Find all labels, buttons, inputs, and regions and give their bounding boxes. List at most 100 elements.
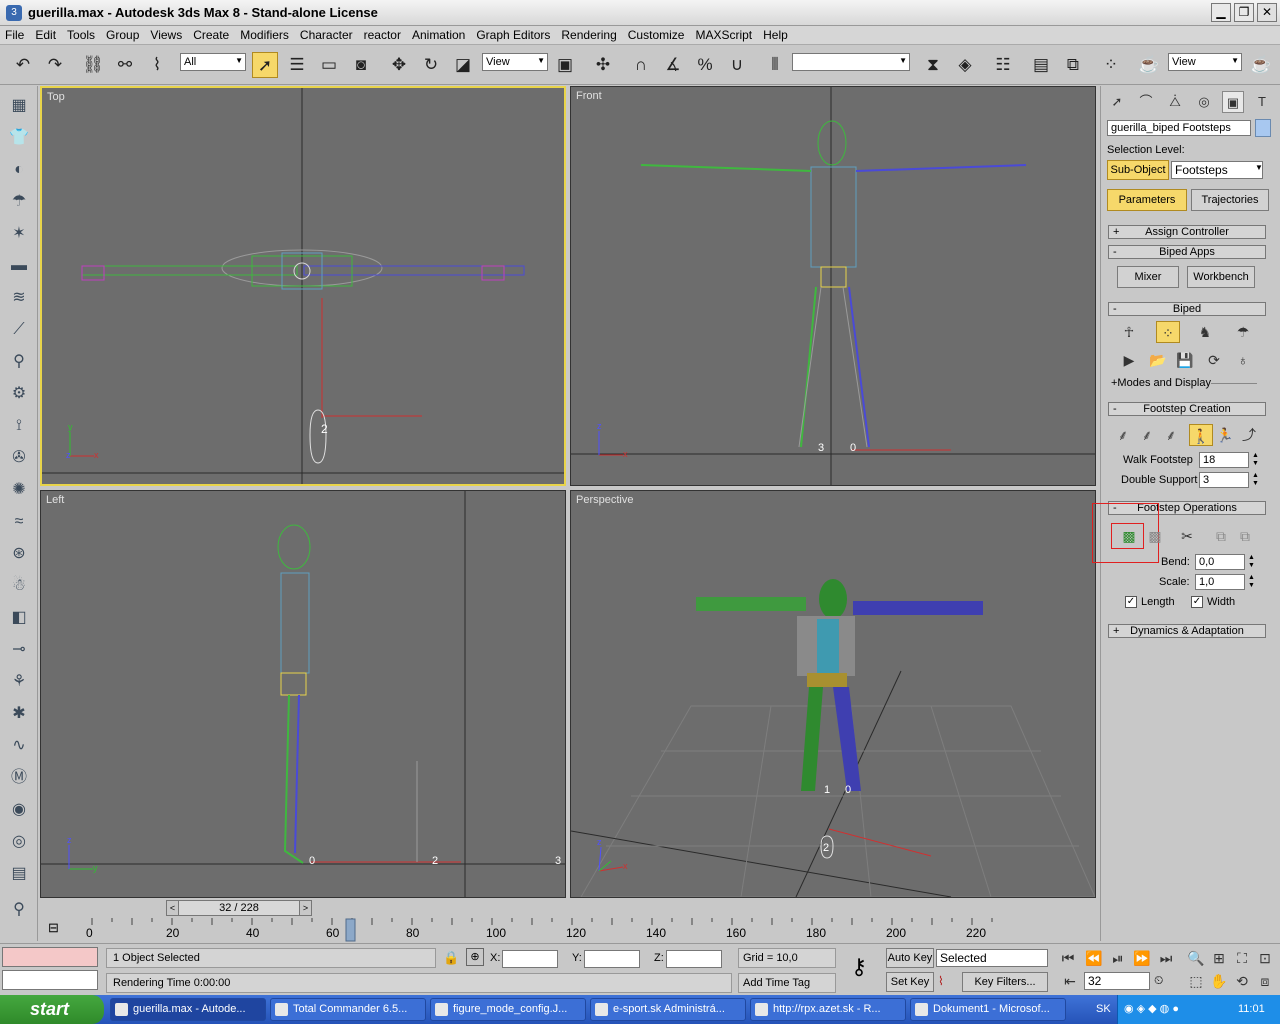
zoom-extents-all-icon[interactable]: ⊡ [1253, 947, 1277, 969]
maxscript-listener-pink[interactable] [2, 947, 98, 967]
render-scene-icon[interactable]: ☕ [1136, 52, 1162, 78]
close-button[interactable]: ✕ [1257, 3, 1277, 22]
run-icon[interactable]: 🏃 [1213, 424, 1237, 446]
move-icon[interactable]: ✥ [386, 52, 412, 78]
ragdoll-constraint-icon[interactable]: ☃ [7, 574, 31, 598]
undo-icon[interactable]: ↶ [10, 52, 36, 78]
measure-icon[interactable]: Ⓜ [7, 766, 31, 790]
motor-icon[interactable]: ⚲ [7, 350, 31, 374]
window-crossing-icon[interactable]: ◙ [348, 52, 374, 78]
angle-snap-icon[interactable]: ∡ [660, 52, 686, 78]
region-zoom-icon[interactable]: ⬚ [1184, 970, 1208, 992]
start-button[interactable]: start [0, 995, 104, 1024]
time-configuration-icon[interactable]: ⏲ [1154, 973, 1163, 988]
rope-icon[interactable]: ∿ [7, 734, 31, 758]
previous-frame-icon[interactable]: < [167, 901, 179, 915]
auto-key-button[interactable]: Auto Key [886, 948, 934, 968]
curve-editor-icon[interactable]: ▤ [1028, 52, 1054, 78]
menu-reactor[interactable]: reactor [359, 26, 407, 42]
mixer-button[interactable]: Mixer [1117, 266, 1179, 288]
create-animation-icon[interactable]: ◎ [7, 830, 31, 854]
scale-icon[interactable]: ◪ [450, 52, 476, 78]
named-selection-dropdown[interactable] [792, 53, 910, 71]
move-all-mode-icon[interactable]: ♁ [1231, 349, 1255, 371]
motion-flow-mode-icon[interactable]: ♞ [1193, 321, 1217, 343]
zoom-extents-icon[interactable]: ⛶ [1230, 947, 1254, 969]
mirror-icon[interactable]: ⧗ [920, 52, 946, 78]
set-key-button[interactable]: Set Key [886, 972, 934, 992]
select-by-name-icon[interactable]: ☰ [284, 52, 310, 78]
task-rpx-azet[interactable]: http://rpx.azet.sk - R... [750, 998, 906, 1021]
mini-curve-editor-icon[interactable]: ⊟ [48, 920, 70, 938]
fracture-icon[interactable]: ✇ [7, 446, 31, 470]
add-time-tag-button[interactable]: Add Time Tag [738, 973, 836, 993]
current-frame-field[interactable]: 32 [1084, 972, 1150, 990]
z-coordinate-field[interactable] [666, 950, 722, 968]
selection-level-dropdown[interactable]: Footsteps [1171, 161, 1263, 179]
task-total-commander[interactable]: Total Commander 6.5... [270, 998, 426, 1021]
go-to-end-icon[interactable]: ⏭ [1154, 947, 1178, 969]
previous-key-icon[interactable]: ⏪ [1082, 947, 1106, 969]
task-figure-mode-config[interactable]: figure_mode_config.J... [430, 998, 586, 1021]
unlink-icon[interactable]: ⚯ [112, 52, 138, 78]
rigid-body-collection-icon[interactable]: ▦ [7, 94, 31, 118]
menu-edit[interactable]: Edit [30, 26, 62, 42]
hinge-constraint-icon[interactable]: ⊛ [7, 542, 31, 566]
menu-file[interactable]: File [0, 26, 30, 42]
menu-character[interactable]: Character [295, 26, 359, 42]
footstep-creation-rollout[interactable]: - Footstep Creation [1108, 402, 1266, 416]
car-wheel-icon[interactable]: ⚘ [7, 670, 31, 694]
y-coordinate-field[interactable] [584, 950, 640, 968]
align-icon[interactable]: ◈ [952, 52, 978, 78]
point-to-point-icon[interactable]: ◧ [7, 606, 31, 630]
assign-controller-rollout[interactable]: + Assign Controller [1108, 225, 1266, 239]
dashpot-icon[interactable]: ⟋ [7, 318, 31, 342]
create-footsteps-current-icon[interactable]: ⸙ [1135, 424, 1159, 446]
wind-icon[interactable]: ⚙ [7, 382, 31, 406]
maximize-button[interactable]: ❐ [1234, 3, 1254, 22]
bend-field[interactable]: 0,0 [1195, 554, 1245, 570]
menu-maxscript[interactable]: MAXScript [690, 26, 758, 42]
paste-footsteps-icon[interactable]: ⧉ [1233, 525, 1257, 547]
bend-spinner[interactable]: ▲ ▼ [1247, 554, 1256, 570]
pan-icon[interactable]: ✋ [1207, 970, 1231, 992]
property-editor-icon[interactable]: ⚲ [7, 898, 31, 922]
walk-footstep-spinner[interactable]: ▲ ▼ [1251, 452, 1260, 468]
manipulate-icon[interactable]: ✣ [590, 52, 616, 78]
language-indicator[interactable]: SK [1096, 1003, 1111, 1015]
minimize-button[interactable]: ▁ [1211, 3, 1231, 22]
snap-toggle-icon[interactable]: ∩ [628, 52, 654, 78]
jump-icon[interactable]: ⤴ [1237, 424, 1261, 446]
menu-customize[interactable]: Customize [623, 26, 691, 42]
copy-footsteps-icon[interactable]: ⧉ [1209, 525, 1233, 547]
length-checkbox[interactable]: ✓ [1125, 596, 1137, 608]
convert-icon[interactable]: ⟳ [1202, 349, 1226, 371]
key-filters-button[interactable]: Key Filters... [962, 972, 1048, 992]
display-tab-icon[interactable]: ▣ [1222, 91, 1244, 113]
layer-manager-icon[interactable]: ☷ [990, 52, 1016, 78]
utilities-tab-icon[interactable]: T [1251, 91, 1273, 113]
create-tab-icon[interactable]: ➚ [1106, 91, 1128, 113]
menu-group[interactable]: Group [101, 26, 145, 42]
toy-car-icon[interactable]: ⟟ [7, 414, 31, 438]
workbench-button[interactable]: Workbench [1187, 266, 1255, 288]
material-editor-icon[interactable]: ⁘ [1098, 52, 1124, 78]
double-support-spinner[interactable]: ▲ ▼ [1251, 472, 1260, 488]
key-mode-toggle-icon[interactable]: ⇤ [1058, 970, 1082, 992]
scale-spinner[interactable]: ▲ ▼ [1247, 574, 1256, 590]
render-view-dropdown[interactable]: View [1168, 53, 1242, 71]
cloth-collection-icon[interactable]: 👕 [7, 126, 31, 150]
viewport-front[interactable]: Front 3 0 z x [570, 86, 1096, 486]
menu-create[interactable]: Create [188, 26, 235, 42]
time-slider[interactable]: < 32 / 228 > [166, 900, 312, 916]
app-icon[interactable]: 3 [6, 5, 22, 21]
percent-snap-icon[interactable]: % [692, 52, 718, 78]
x-coordinate-field[interactable] [502, 950, 558, 968]
selection-filter-dropdown[interactable]: All [180, 53, 246, 71]
schematic-view-icon[interactable]: ⧉ [1060, 52, 1086, 78]
task-e-sport[interactable]: e-sport.sk Administrá... [590, 998, 746, 1021]
hierarchy-tab-icon[interactable]: ⧊ [1164, 91, 1186, 113]
parameters-tab[interactable]: Parameters [1107, 189, 1187, 211]
deactivate-footsteps-icon[interactable]: ▩ [1143, 525, 1167, 547]
prismatic-icon[interactable]: ⊸ [7, 638, 31, 662]
